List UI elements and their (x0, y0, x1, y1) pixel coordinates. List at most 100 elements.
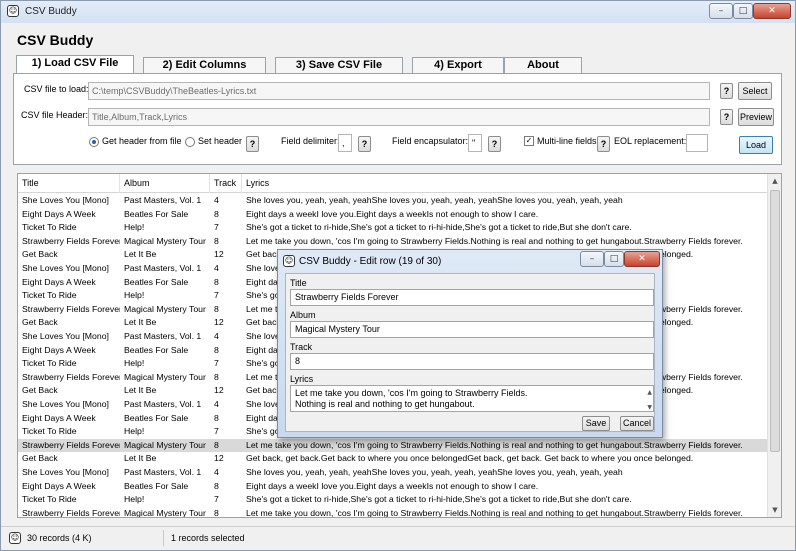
tab-export[interactable]: 4) Export (412, 57, 504, 74)
cell-track: 4 (214, 467, 219, 477)
lyrics-scroll-up-icon[interactable]: ▲ (647, 387, 652, 398)
grid-vertical-scrollbar[interactable]: ▲ ▼ (767, 174, 781, 517)
cell-title: Eight Days A Week (22, 276, 96, 287)
cell-album: Magical Mystery Tour (124, 507, 206, 518)
header-option-help-button[interactable]: ? (246, 136, 259, 152)
preview-button[interactable]: Preview (738, 108, 774, 126)
cell-lyrics: Eight days a weekI love you.Eight days a… (246, 480, 539, 491)
table-row[interactable]: Eight Days A Week Beatles For Sale 8 Eight … (18, 208, 767, 222)
table-row[interactable]: Eight Days A Week Beatles For Sale 8 Eight … (18, 480, 767, 494)
tab-load-csv-file[interactable]: 1) Load CSV File (16, 55, 134, 75)
header-help-button[interactable]: ? (720, 109, 733, 125)
dialog-track-label: Track (290, 342, 313, 352)
cell-title: Eight Days A Week (22, 344, 96, 355)
app-icon: ☺ (7, 5, 19, 17)
dialog-album-input[interactable]: Magical Mystery Tour (290, 321, 654, 338)
cell-title: Eight Days A Week (22, 208, 96, 219)
table-row[interactable]: Strawberry Fields Forever Magical Mystery… (18, 507, 767, 518)
field-encapsulator-label: Field encapsulator: (392, 136, 469, 146)
table-row[interactable]: Strawberry Fields Forever Magical Mystery… (18, 438, 767, 453)
maximize-button[interactable]: □ (733, 3, 753, 19)
cell-album: Let It Be (124, 249, 157, 260)
eol-replacement-input[interactable] (686, 134, 708, 152)
dialog-lyrics-textarea[interactable]: Let me take you down, 'cos I'm going to … (290, 385, 654, 412)
column-header-album[interactable]: Album (120, 174, 210, 193)
dialog-save-button[interactable]: Save (582, 416, 610, 431)
lyrics-line-2: Nothing is real and nothing to get hunga… (295, 399, 475, 409)
cell-title: She Loves You [Mono] (22, 467, 109, 477)
encapsulator-help-button[interactable]: ? (488, 136, 501, 152)
column-header-track[interactable]: Track (210, 174, 242, 193)
dialog-maximize-button[interactable]: □ (604, 251, 624, 267)
cell-track: 12 (214, 249, 224, 260)
select-button[interactable]: Select (738, 82, 772, 100)
tab-about[interactable]: About (504, 57, 582, 74)
cell-lyrics: Let me take you down, 'cos I'm going to … (246, 439, 743, 450)
tab-save-csv-file[interactable]: 3) Save CSV File (275, 57, 403, 74)
column-header-title[interactable]: Title (18, 174, 120, 193)
table-row[interactable]: Get Back Let It Be 12 Get back, get back.Ge… (18, 452, 767, 466)
scroll-down-arrow-icon[interactable]: ▼ (768, 503, 781, 517)
dialog-title-label: Title (290, 278, 307, 288)
table-row[interactable]: Ticket To Ride Help! 7 She's got a ticket t… (18, 221, 767, 235)
dialog-cancel-button[interactable]: Cancel (620, 416, 654, 431)
dialog-minimize-button[interactable]: – (580, 251, 604, 267)
tab-edit-columns[interactable]: 2) Edit Columns (143, 57, 266, 74)
cell-album: Help! (124, 358, 145, 369)
cell-title: She Loves You [Mono] (22, 195, 109, 205)
cell-track: 8 (214, 439, 219, 450)
minimize-button[interactable]: – (709, 3, 733, 19)
status-selected: 1 records selected (171, 533, 245, 543)
csv-header-field[interactable]: Title,Album,Track,Lyrics (88, 108, 710, 126)
close-button[interactable]: ✕ (753, 3, 791, 19)
cell-album: Magical Mystery Tour (124, 303, 206, 314)
cell-title: Get Back (22, 317, 58, 328)
cell-title: Get Back (22, 385, 58, 396)
cell-track: 8 (214, 507, 219, 518)
table-row[interactable]: Strawberry Fields Forever Magical Mystery… (18, 235, 767, 249)
cell-track: 4 (214, 263, 219, 273)
set-header-radio[interactable] (185, 137, 195, 147)
cell-lyrics: She loves you, yeah, yeah, yeahShe loves… (246, 467, 623, 477)
cell-album: Magical Mystery Tour (124, 371, 206, 382)
csv-file-field[interactable]: C:\temp\CSVBuddy\TheBeatles-Lyrics.txt (88, 82, 710, 100)
load-panel: CSV file to load: C:\temp\CSVBuddy\TheBe… (13, 73, 782, 165)
cell-track: 8 (214, 208, 219, 219)
table-row[interactable]: She Loves You [Mono] Past Masters, Vol. 1… (18, 194, 767, 208)
cell-lyrics: Let me take you down, 'cos I'm going to … (246, 235, 743, 246)
dialog-lyrics-label: Lyrics (290, 374, 314, 384)
field-encapsulator-input[interactable]: " (468, 134, 482, 152)
dialog-track-input[interactable]: 8 (290, 353, 654, 370)
scroll-thumb[interactable] (770, 190, 780, 452)
cell-lyrics: She loves you, yeah, yeah, yeahShe loves… (246, 195, 623, 205)
cell-lyrics: Eight days a weekI love you.Eight days a… (246, 208, 539, 219)
cell-lyrics: Let me take you down, 'cos I'm going to … (246, 507, 743, 518)
title-bar[interactable]: ☺ CSV Buddy – □ ✕ (1, 1, 795, 23)
cell-track: 7 (214, 222, 219, 233)
field-delimiter-input[interactable]: , (338, 134, 352, 152)
multiline-help-button[interactable]: ? (597, 136, 610, 152)
cell-track: 4 (214, 195, 219, 205)
main-window: ☺ CSV Buddy – □ ✕ CSV Buddy 1) Load CSV … (0, 0, 796, 551)
lyrics-scroll-down-icon[interactable]: ▼ (647, 402, 652, 413)
dialog-title-input[interactable]: Strawberry Fields Forever (290, 289, 654, 306)
dialog-close-button[interactable]: ✕ (624, 251, 660, 267)
cell-track: 7 (214, 290, 219, 301)
scroll-up-arrow-icon[interactable]: ▲ (768, 174, 781, 188)
multiline-checkbox[interactable]: ✓ (524, 136, 534, 146)
cell-track: 8 (214, 235, 219, 246)
table-row[interactable]: She Loves You [Mono] Past Masters, Vol. 1… (18, 466, 767, 480)
load-button[interactable]: Load (739, 136, 773, 154)
column-header-lyrics[interactable]: Lyrics (242, 174, 767, 193)
dialog-album-label: Album (290, 310, 316, 320)
cell-title: She Loves You [Mono] (22, 331, 109, 341)
file-help-button[interactable]: ? (720, 83, 733, 99)
delimiter-help-button[interactable]: ? (358, 136, 371, 152)
cell-title: She Loves You [Mono] (22, 263, 109, 273)
cell-lyrics: Get back, get back.Get back to where you… (246, 453, 694, 464)
cell-title: Strawberry Fields Forever (22, 235, 120, 246)
window-title: CSV Buddy (25, 6, 77, 17)
get-header-radio[interactable] (89, 137, 99, 147)
cell-title: Ticket To Ride (22, 222, 77, 233)
table-row[interactable]: Ticket To Ride Help! 7 She's got a ticket t… (18, 493, 767, 507)
